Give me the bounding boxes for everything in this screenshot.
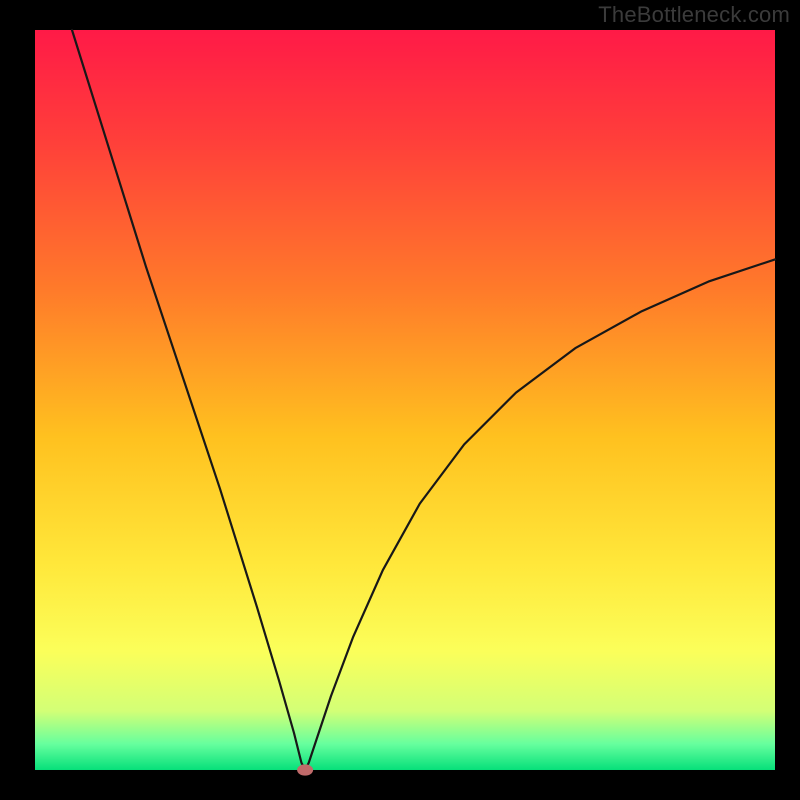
bottleneck-chart xyxy=(0,0,800,800)
plot-background xyxy=(35,30,775,770)
optimum-marker xyxy=(297,764,313,775)
chart-frame: TheBottleneck.com xyxy=(0,0,800,800)
